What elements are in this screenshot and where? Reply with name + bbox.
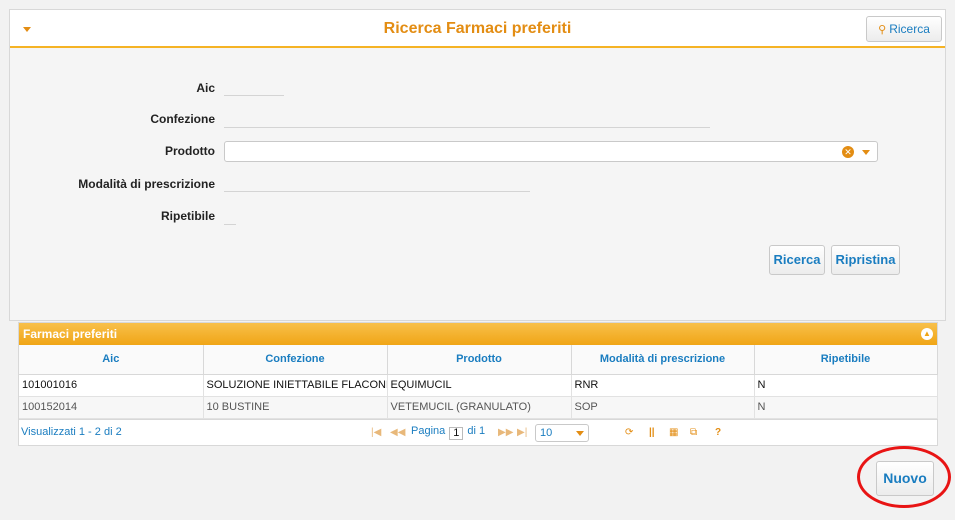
ripetibile-input[interactable] bbox=[224, 224, 236, 225]
highlight-circle bbox=[857, 446, 951, 508]
ripetibile-label: Ripetibile bbox=[160, 209, 215, 223]
prodotto-select[interactable]: ✕ bbox=[224, 141, 878, 162]
cell-confezione: SOLUZIONE INIETTABILE FLACONE DA bbox=[203, 374, 388, 397]
page-title: Ricerca Farmaci preferiti bbox=[383, 20, 572, 37]
refresh-icon[interactable]: ⟳ bbox=[625, 427, 633, 438]
cell-modalita: SOP bbox=[571, 396, 755, 419]
aic-input[interactable] bbox=[224, 95, 284, 96]
results-grid: Farmaci preferiti ▲ Aic Confezione Prodo… bbox=[18, 322, 938, 446]
page-label: Pagina bbox=[411, 424, 446, 437]
prodotto-label: Prodotto bbox=[165, 144, 215, 158]
grid-caption-title: Farmaci preferiti bbox=[23, 327, 118, 341]
cell-prodotto: EQUIMUCIL bbox=[387, 374, 572, 397]
help-icon[interactable]: ? bbox=[715, 427, 721, 438]
pager-info: Visualizzati 1 - 2 di 2 bbox=[21, 425, 122, 438]
next-page-icon[interactable]: ▶▶ bbox=[498, 427, 513, 438]
table-row[interactable]: 101001016 SOLUZIONE INIETTABILE FLACON E … bbox=[19, 374, 938, 397]
column-header-modalita[interactable]: Modalità di prescrizione bbox=[571, 345, 755, 375]
cell-aic: 101001016 bbox=[19, 374, 204, 397]
cell-confezione: 10 BUSTINE bbox=[203, 396, 388, 419]
cell-ripetibile: N bbox=[754, 374, 938, 397]
modalita-input[interactable] bbox=[224, 191, 530, 192]
results-table: Aic Confezione Prodotto Modalità di pres… bbox=[19, 345, 938, 419]
search-icon: ⚲ bbox=[878, 24, 887, 36]
chevron-down-icon[interactable] bbox=[862, 150, 870, 155]
confezione-input[interactable] bbox=[224, 127, 710, 128]
table-header-row: Aic Confezione Prodotto Modalità di pres… bbox=[19, 345, 938, 375]
last-page-icon[interactable]: ▶| bbox=[517, 427, 527, 438]
cell-prodotto: VETEMUCIL (GRANULATO) bbox=[387, 396, 572, 419]
first-page-icon[interactable]: |◀ bbox=[371, 427, 381, 438]
table-row[interactable]: 100152014 10 BUSTINE VETEMUCIL (GRANULAT… bbox=[19, 396, 938, 419]
confezione-label: Confezione bbox=[150, 112, 215, 126]
aic-label: Aic bbox=[196, 81, 215, 95]
chevron-down-icon bbox=[576, 430, 584, 436]
cell-ripetibile: N bbox=[754, 396, 938, 419]
column-header-aic[interactable]: Aic bbox=[19, 345, 204, 375]
modalita-label: Modalità di prescrizione bbox=[78, 177, 215, 191]
cell-aic: 100152014 bbox=[19, 396, 204, 419]
header-search-button[interactable]: ⚲ Ricerca bbox=[866, 16, 942, 42]
columns-icon[interactable]: || bbox=[649, 427, 655, 438]
page-input[interactable]: 1 bbox=[449, 426, 464, 440]
search-button[interactable]: Ricerca bbox=[769, 245, 825, 275]
page-of-label: di 1 bbox=[467, 424, 486, 437]
column-header-ripetibile[interactable]: Ripetibile bbox=[754, 345, 938, 375]
grid-icon[interactable]: ▦ bbox=[669, 427, 678, 438]
column-header-confezione[interactable]: Confezione bbox=[203, 345, 388, 375]
pager-page: Pagina 1 di 1 bbox=[411, 425, 485, 440]
cell-modalita: RNR bbox=[571, 374, 755, 397]
search-panel: Ricerca Farmaci preferiti ⚲ Ricerca Aic C… bbox=[9, 9, 946, 321]
header-search-label: Ricerca bbox=[889, 22, 930, 36]
grid-caption: Farmaci preferiti ▲ bbox=[19, 323, 937, 345]
clear-icon[interactable]: ✕ bbox=[842, 146, 854, 158]
reset-button[interactable]: Ripristina bbox=[831, 245, 900, 275]
pager: Visualizzati 1 - 2 di 2 |◀ ◀◀ Pagina 1 d… bbox=[19, 418, 937, 447]
rows-per-page-select[interactable]: 10 bbox=[535, 423, 589, 442]
rows-per-page-value: 10 bbox=[540, 426, 553, 439]
column-header-prodotto[interactable]: Prodotto bbox=[387, 345, 572, 375]
search-panel-header: Ricerca Farmaci preferiti ⚲ Ricerca bbox=[10, 10, 945, 48]
prev-page-icon[interactable]: ◀◀ bbox=[390, 427, 405, 438]
collapse-grid-icon[interactable]: ▲ bbox=[921, 328, 933, 340]
export-icon[interactable]: ⧉ bbox=[690, 427, 697, 438]
